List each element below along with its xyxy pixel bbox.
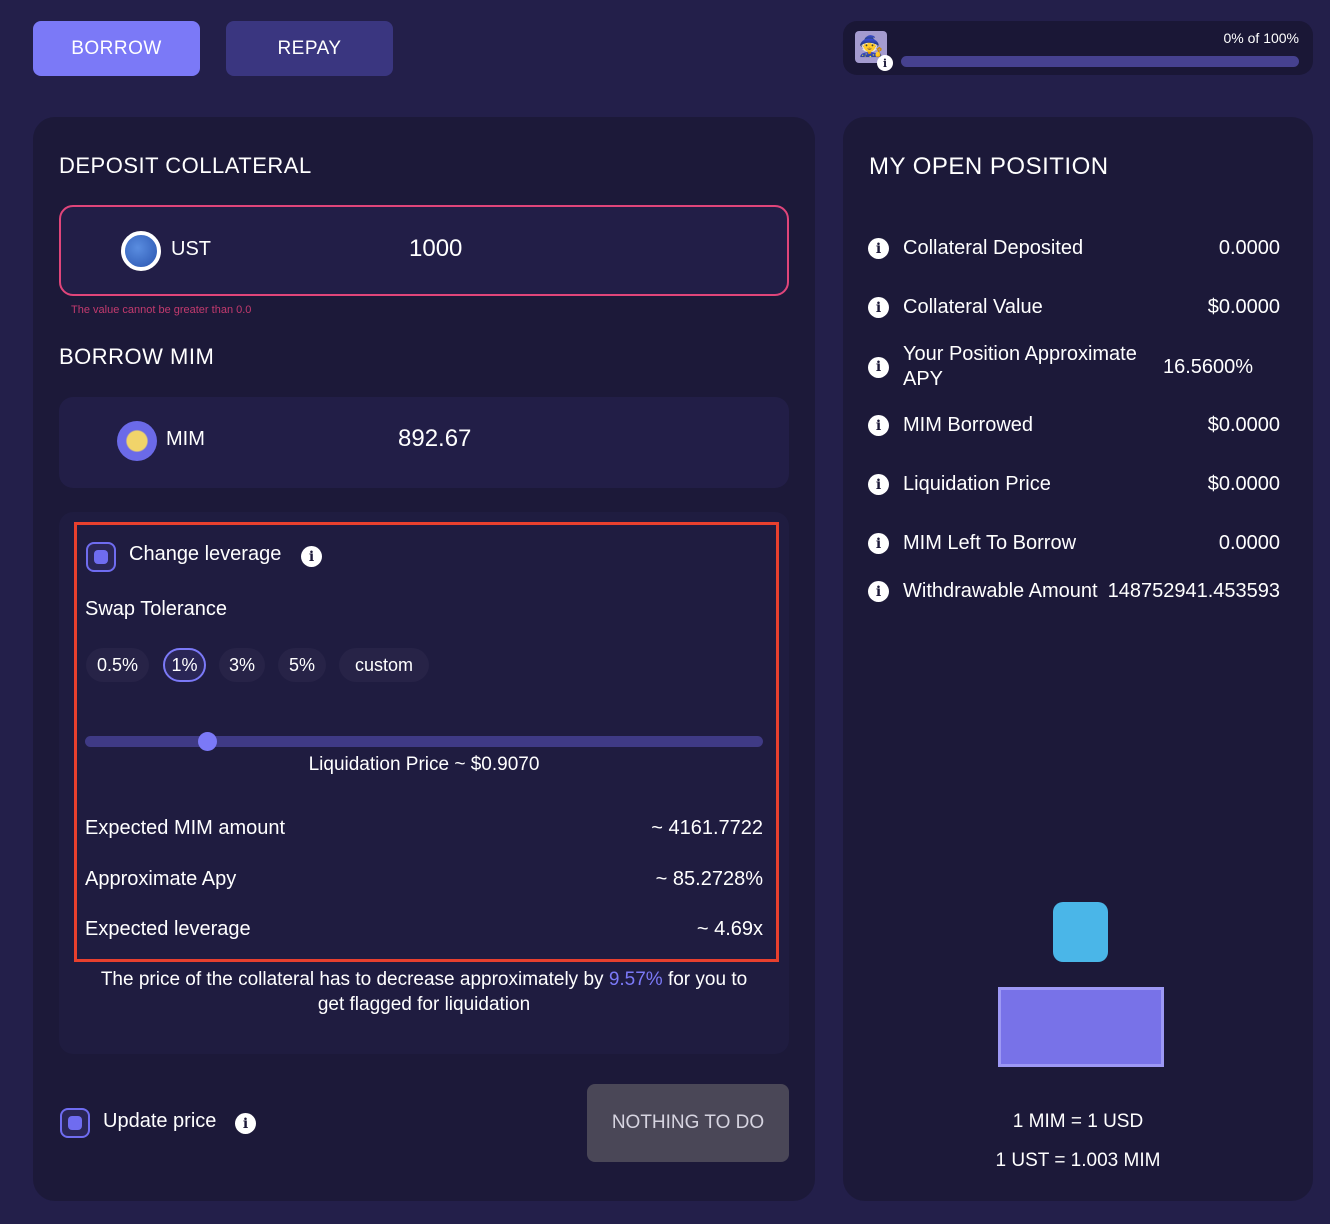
borrow-amount[interactable]: 892.67 (398, 425, 471, 453)
mim-rate: 1 MIM = 1 USD (1012, 1111, 1144, 1132)
stat-row: Approximate Apy ~ 85.2728% (85, 868, 763, 891)
position-value: $0.0000 (1207, 473, 1280, 495)
position-value: 16.5600% (1163, 355, 1254, 378)
swap-tolerance-label: Swap Tolerance (85, 598, 227, 620)
info-icon[interactable]: i (868, 238, 889, 259)
position-label: Your Position Approximate APY (903, 343, 1137, 390)
stat-label: Expected MIM amount (85, 817, 286, 839)
position-row: i Collateral Deposited 0.0000 (868, 236, 1280, 261)
progress-label: 0% of 100% (1223, 30, 1300, 46)
info-icon[interactable]: i (868, 356, 889, 378)
position-value: 148752941.453593 (1107, 580, 1280, 602)
info-icon[interactable]: i (868, 415, 889, 436)
position-label: Collateral Deposited (903, 237, 1084, 259)
box (998, 987, 1164, 1067)
stat-label: Approximate Apy (85, 868, 237, 890)
repay-tab[interactable]: REPAY (226, 21, 393, 76)
stat-row: Expected leverage ~ 4.69x (85, 918, 763, 941)
change-leverage-checkbox[interactable] (86, 542, 116, 572)
position-value: $0.0000 (1207, 296, 1280, 318)
mascot-head (1053, 902, 1108, 962)
borrow-title: BORROW MIM (59, 344, 215, 369)
position-row: i MIM Left To Borrow 0.0000 (868, 531, 1280, 556)
change-leverage-label: Change leverage (129, 543, 282, 565)
tolerance-option-custom[interactable]: custom (339, 648, 429, 682)
info-icon[interactable]: i (235, 1113, 256, 1134)
info-icon[interactable]: i (877, 55, 893, 71)
position-label: MIM Borrowed (903, 414, 1034, 436)
stat-value: ~ 85.2728% (655, 868, 763, 890)
position-value: 0.0000 (1218, 532, 1280, 554)
progress-panel: 🧙 i 0% of 100% (843, 21, 1313, 75)
open-position-card: MY OPEN POSITION i Collateral Deposited 0.… (843, 117, 1313, 1201)
position-label: MIM Left To Borrow (903, 532, 1077, 554)
position-row: i Collateral Value $0.0000 (868, 295, 1280, 320)
token-label: UST (171, 238, 211, 260)
leverage-slider[interactable] (85, 732, 763, 751)
info-icon[interactable]: i (868, 474, 889, 495)
tolerance-option-1[interactable]: 1% (163, 648, 206, 682)
stat-value: ~ 4.69x (696, 918, 763, 940)
slider-thumb[interactable] (198, 732, 218, 751)
token-label: MIM (166, 428, 205, 450)
note-percent: 9.57% (608, 969, 663, 990)
error-message: The value cannot be greater than 0.0 (71, 304, 252, 316)
info-icon[interactable]: i (868, 533, 889, 554)
position-label: Collateral Value (903, 296, 1043, 318)
position-label: Liquidation Price (903, 473, 1051, 495)
nothing-to-do-button[interactable]: NOTHING TO DO (587, 1084, 789, 1162)
position-label: Withdrawable Amount (903, 580, 1098, 602)
position-row: i MIM Borrowed $0.0000 (868, 413, 1280, 438)
position-value: $0.0000 (1207, 414, 1280, 436)
stat-label: Expected leverage (85, 918, 251, 940)
tolerance-option-3[interactable]: 3% (219, 648, 265, 682)
liquidation-note: The price of the collateral has to decre… (85, 967, 763, 1017)
update-price-label: Update price (103, 1110, 217, 1132)
ust-rate: 1 UST = 1.003 MIM (995, 1150, 1161, 1171)
position-row: i Liquidation Price $0.0000 (868, 472, 1280, 497)
progress-bar (901, 56, 1299, 67)
update-price-checkbox[interactable] (60, 1108, 90, 1138)
position-title: MY OPEN POSITION (869, 153, 1109, 180)
borrow-tab[interactable]: BORROW (33, 21, 200, 76)
liquidation-price-estimate: Liquidation Price ~ $0.9070 (308, 754, 540, 775)
borrow-input[interactable]: MIM 892.67 (59, 397, 789, 488)
stat-value: ~ 4161.7722 (651, 817, 763, 839)
tolerance-option-5[interactable]: 5% (278, 648, 326, 682)
deposit-title: DEPOSIT COLLATERAL (59, 153, 312, 178)
collateral-input[interactable]: UST 1000 (59, 205, 789, 296)
mascot-box-illustration (998, 897, 1164, 1067)
stat-row: Expected MIM amount ~ 4161.7722 (85, 817, 763, 840)
info-icon[interactable]: i (868, 581, 889, 602)
ust-token-icon (121, 231, 161, 271)
position-value: 0.0000 (1218, 237, 1280, 259)
info-icon[interactable]: i (301, 546, 322, 567)
position-row: i Your Position Approximate APY 16.5600% (868, 342, 1280, 392)
info-icon[interactable]: i (868, 297, 889, 318)
collateral-amount[interactable]: 1000 (409, 235, 462, 263)
tolerance-option-0.5[interactable]: 0.5% (86, 648, 149, 682)
note-text: The price of the collateral has to decre… (100, 969, 609, 990)
mim-token-icon (117, 421, 157, 461)
position-row: i Withdrawable Amount 148752941.453593 (868, 579, 1280, 604)
